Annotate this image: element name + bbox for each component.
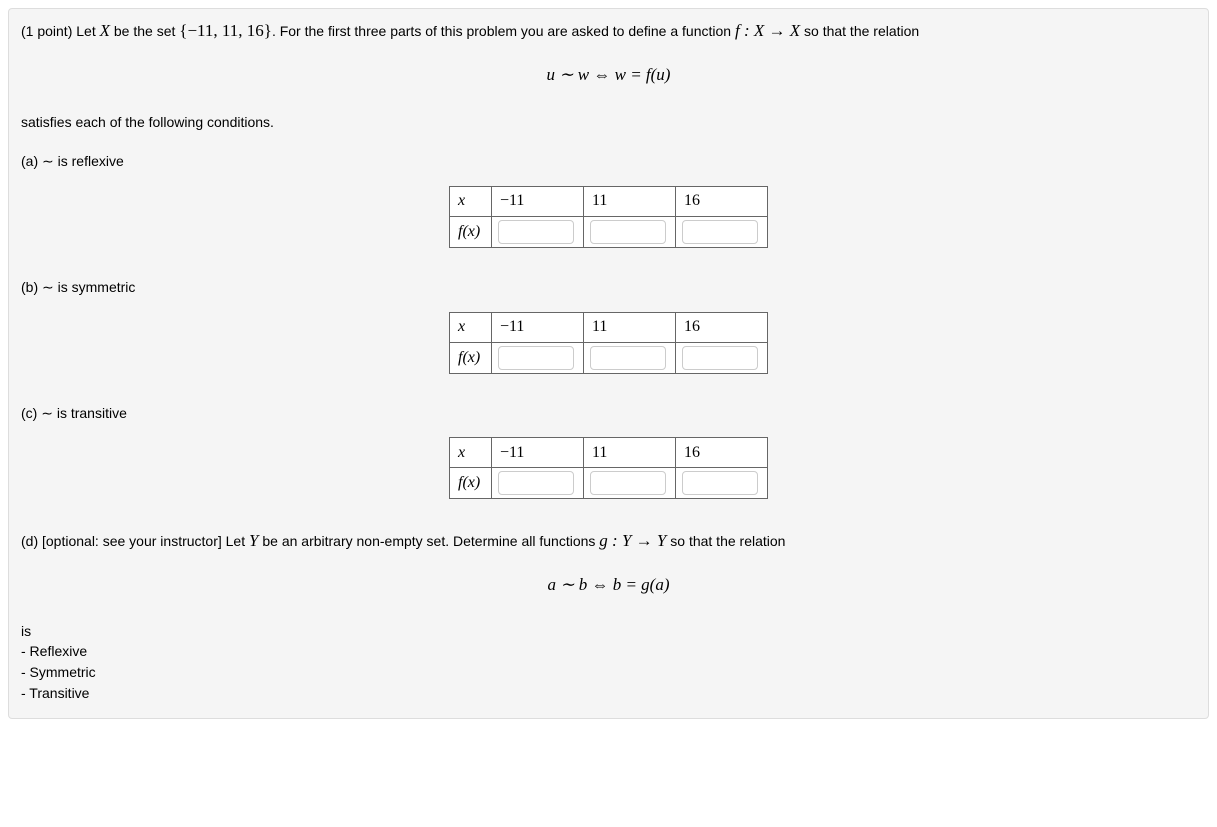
intro-set: {−11, 11, 16} — [179, 21, 272, 40]
input-c-1[interactable] — [498, 471, 574, 495]
partd-mid2: so that the relation — [666, 533, 785, 549]
partd-gdecl: g : Y → Y — [599, 531, 666, 550]
input-a-2[interactable] — [590, 220, 666, 244]
table-a-col0: −11 — [492, 186, 584, 216]
table-a-fxlabel: f(x) — [450, 216, 492, 247]
table-a-xlabel: x — [450, 186, 492, 216]
input-b-1[interactable] — [498, 346, 574, 370]
property-list: - Reflexive - Symmetric - Transitive — [21, 641, 1196, 704]
is-line: is — [21, 623, 1196, 639]
table-c-col1: 11 — [584, 438, 676, 468]
satisfies-line: satisfies each of the following conditio… — [21, 113, 1196, 133]
intro-points: (1 point) Let — [21, 23, 100, 39]
table-b-fxlabel: f(x) — [450, 342, 492, 373]
part-d-paragraph: (d) [optional: see your instructor] Let … — [21, 529, 1196, 553]
table-c-xlabel: x — [450, 438, 492, 468]
input-a-3[interactable] — [682, 220, 758, 244]
intro-sothat: so that the relation — [800, 23, 919, 39]
bullet-symmetric: - Symmetric — [21, 662, 1196, 683]
table-c-wrap: x −11 11 16 f(x) — [21, 437, 1196, 499]
table-c-col2: 16 — [676, 438, 768, 468]
intro-after: . For the first three parts of this prob… — [272, 23, 735, 39]
equation-2: a ∼ b ⇔ b = g(a) — [21, 575, 1196, 595]
table-c-col0: −11 — [492, 438, 584, 468]
intro-be: be the set — [110, 23, 179, 39]
input-a-1[interactable] — [498, 220, 574, 244]
intro-paragraph: (1 point) Let X be the set {−11, 11, 16}… — [21, 19, 1196, 43]
table-a: x −11 11 16 f(x) — [449, 186, 768, 248]
problem-container: (1 point) Let X be the set {−11, 11, 16}… — [8, 8, 1209, 719]
table-b-col2: 16 — [676, 312, 768, 342]
partd-prefix: (d) [optional: see your instructor] Let — [21, 533, 249, 549]
table-b-wrap: x −11 11 16 f(x) — [21, 312, 1196, 374]
intro-fdecl: f : X → X — [735, 21, 800, 40]
input-c-3[interactable] — [682, 471, 758, 495]
equation-1: u ∼ w ⇔ w = f(u) — [21, 65, 1196, 85]
table-c: x −11 11 16 f(x) — [449, 437, 768, 499]
input-b-3[interactable] — [682, 346, 758, 370]
table-b-col0: −11 — [492, 312, 584, 342]
bullet-transitive: - Transitive — [21, 683, 1196, 704]
table-b-col1: 11 — [584, 312, 676, 342]
table-b: x −11 11 16 f(x) — [449, 312, 768, 374]
table-a-wrap: x −11 11 16 f(x) — [21, 186, 1196, 248]
table-a-col2: 16 — [676, 186, 768, 216]
bullet-reflexive: - Reflexive — [21, 641, 1196, 662]
input-b-2[interactable] — [590, 346, 666, 370]
input-c-2[interactable] — [590, 471, 666, 495]
partd-mid1: be an arbitrary non-empty set. Determine… — [258, 533, 599, 549]
table-a-col1: 11 — [584, 186, 676, 216]
part-c-label: (c) ∼ is transitive — [21, 404, 1196, 424]
table-c-fxlabel: f(x) — [450, 468, 492, 499]
intro-X: X — [100, 21, 110, 40]
part-a-label: (a) ∼ is reflexive — [21, 152, 1196, 172]
table-b-xlabel: x — [450, 312, 492, 342]
part-b-label: (b) ∼ is symmetric — [21, 278, 1196, 298]
